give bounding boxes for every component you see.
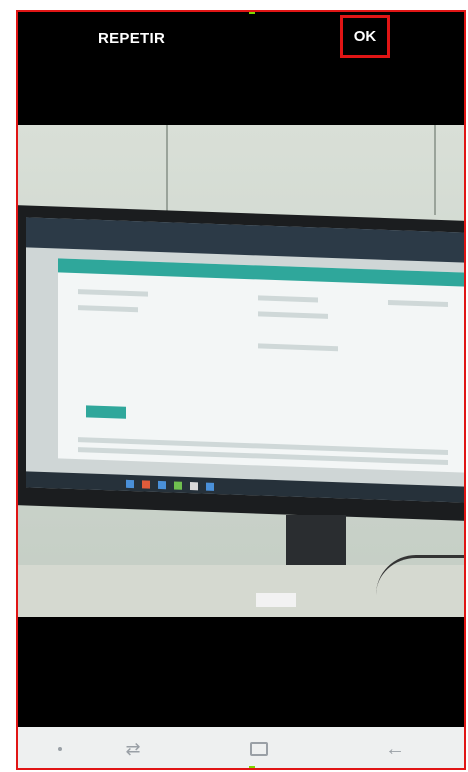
home-icon[interactable] [242,735,276,763]
back-arrow-icon[interactable]: ← [378,735,412,763]
form-field [78,305,138,313]
android-nav-bar: ⇄ ← [16,727,466,770]
ok-button[interactable]: OK [340,15,390,58]
taskbar-icon [158,480,166,490]
camera-top-bar [16,10,466,125]
retake-button[interactable]: REPETIR [98,30,165,47]
captured-photo [16,125,466,617]
ok-label: OK [353,28,377,45]
form-field [78,289,148,297]
form-field [258,343,338,352]
recent-apps-icon[interactable]: ⇄ [116,735,150,763]
form-field [258,295,318,303]
camera-bottom-bar [16,617,466,727]
taskbar-icon [126,479,134,489]
taskbar-icon [206,482,214,491]
taskbar-icon [142,480,150,489]
form-field [388,299,448,308]
ceiling-line [166,125,168,215]
monitor-screen [26,217,466,503]
app-header [58,258,466,287]
paper [256,593,296,607]
top-indicator [249,10,255,14]
app-button [86,405,126,419]
bottom-indicator [249,766,255,770]
cable [376,555,466,598]
dot-icon[interactable] [50,735,70,763]
ceiling-line [434,125,436,215]
taskbar-icon [174,481,182,490]
form-field [258,311,328,319]
app-window [58,258,466,473]
taskbar-icon [190,482,198,491]
